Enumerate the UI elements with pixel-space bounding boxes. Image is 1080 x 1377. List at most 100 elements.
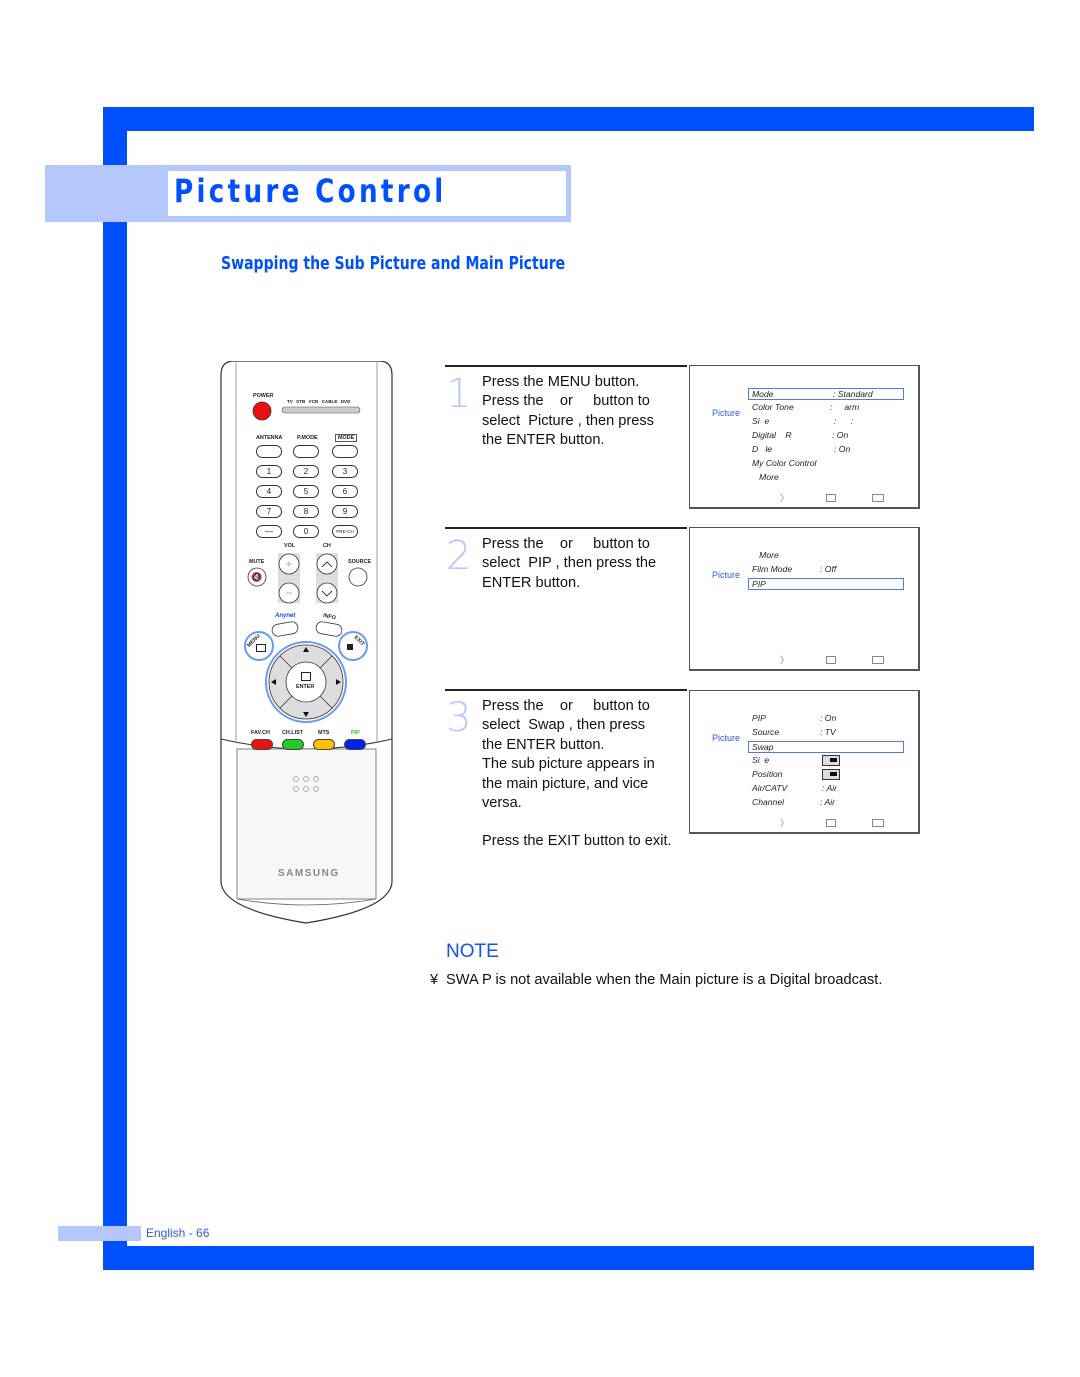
vol-label: VOL bbox=[284, 543, 296, 549]
down-button[interactable] bbox=[298, 707, 314, 719]
left-button[interactable] bbox=[268, 675, 280, 691]
step-3-line: the ENTER button. bbox=[482, 736, 605, 753]
step-3-line: select Swap , then press bbox=[482, 717, 646, 734]
power-label: POWER bbox=[253, 393, 274, 399]
key-dash[interactable]: — bbox=[256, 525, 282, 538]
key-6[interactable]: 6 bbox=[332, 485, 358, 498]
menu-button[interactable]: MENU bbox=[245, 632, 273, 660]
note-heading: NOTE bbox=[446, 941, 499, 962]
remote-control: POWER TV STB VCR CABLE DVD ANTENNA P.MOD… bbox=[220, 361, 393, 926]
pip-position-icon bbox=[822, 769, 840, 780]
antenna-label: ANTENNA bbox=[256, 435, 283, 441]
osd-row-label: D le bbox=[752, 444, 773, 454]
osd-row-label: Si e bbox=[752, 755, 770, 765]
vol-up-button[interactable]: + bbox=[279, 554, 299, 574]
key-7[interactable]: 7 bbox=[256, 505, 282, 518]
step-3-line: the main picture, and vice bbox=[482, 775, 649, 792]
fav-ch-button[interactable] bbox=[251, 739, 273, 750]
osd-row-label: Swap bbox=[752, 742, 774, 752]
ch-label: CH bbox=[323, 543, 331, 549]
page-number: English - 66 bbox=[146, 1226, 210, 1240]
return-icon bbox=[872, 656, 884, 664]
osd-row-value: : : bbox=[834, 416, 854, 426]
osd-row-value: : Air bbox=[822, 783, 837, 793]
enter-icon bbox=[301, 672, 311, 681]
mode-button[interactable] bbox=[332, 445, 358, 458]
key-5[interactable]: 5 bbox=[293, 485, 319, 498]
step-1-rule bbox=[445, 365, 687, 367]
key-8[interactable]: 8 bbox=[293, 505, 319, 518]
mode-labels: TV STB VCR CABLE DVD bbox=[287, 399, 350, 404]
step-2-rule bbox=[445, 527, 687, 529]
source-button[interactable] bbox=[349, 568, 367, 586]
mute-icon: 🔇 bbox=[251, 572, 263, 582]
osd-row-label: Position bbox=[752, 769, 783, 779]
left-frame-bar bbox=[103, 107, 127, 1270]
step-2-line: select PIP , then press the bbox=[482, 555, 657, 572]
ch-list-button[interactable] bbox=[282, 739, 304, 750]
pmode-button[interactable] bbox=[293, 445, 319, 458]
pip-size-icon bbox=[822, 755, 840, 766]
mode-dvd: DVD bbox=[340, 399, 351, 404]
osd-row-selected[interactable]: Mode: Standard bbox=[748, 388, 904, 400]
mts-label: MTS bbox=[318, 730, 330, 736]
enter-icon bbox=[826, 494, 836, 502]
osd-row-selected[interactable]: Swap bbox=[748, 741, 904, 753]
up-button[interactable] bbox=[298, 645, 314, 657]
mute-label: MUTE bbox=[249, 559, 265, 565]
return-icon bbox=[872, 819, 884, 827]
pip-label: PIP bbox=[351, 730, 360, 736]
pre-ch-button[interactable]: PRE-CH bbox=[332, 525, 358, 538]
pip-button[interactable] bbox=[344, 739, 366, 750]
note-bullet: ¥ bbox=[430, 972, 439, 988]
exit-label: EXIT bbox=[352, 634, 366, 648]
antenna-button[interactable] bbox=[256, 445, 282, 458]
osd-row-value: : Off bbox=[820, 564, 837, 574]
osd-menu-2: Picture More Film Mode: Off PIP 〉 bbox=[689, 527, 920, 671]
step-1-text: Press the MENU button. Press the or butt… bbox=[482, 373, 687, 451]
move-icon: 〉 bbox=[780, 493, 790, 503]
mode-tv: TV bbox=[287, 399, 293, 404]
right-button[interactable] bbox=[332, 675, 344, 691]
osd-row-value: : Standard bbox=[833, 389, 873, 399]
osd-row-label: Air/CATV bbox=[752, 783, 788, 793]
step-3-number: 3 bbox=[446, 695, 472, 741]
key-4[interactable]: 4 bbox=[256, 485, 282, 498]
osd-row-value: : On bbox=[834, 444, 851, 454]
step-3-line: The sub picture appears in bbox=[482, 756, 655, 773]
power-button[interactable] bbox=[253, 402, 271, 420]
step-1-number: 1 bbox=[446, 371, 472, 417]
osd-row-label: Color Tone bbox=[752, 402, 794, 412]
osd-menu-3: Picture PIP: On Source: TV Swap Si e Pos… bbox=[689, 690, 920, 834]
ch-down-button[interactable] bbox=[317, 583, 337, 603]
key-1[interactable]: 1 bbox=[256, 465, 282, 478]
anynet-button[interactable] bbox=[272, 623, 298, 635]
enter-button[interactable]: ENTER bbox=[286, 662, 326, 702]
info-button[interactable] bbox=[316, 623, 342, 635]
vol-down-button[interactable]: − bbox=[279, 583, 299, 603]
step-2-text: Press the or button to select PIP , then… bbox=[482, 535, 687, 593]
key-9[interactable]: 9 bbox=[332, 505, 358, 518]
mute-button[interactable]: 🔇 bbox=[248, 568, 266, 586]
step-3-line: versa. bbox=[482, 795, 522, 812]
osd-row-selected[interactable]: PIP bbox=[748, 578, 904, 590]
osd-category: Picture bbox=[712, 570, 741, 580]
enter-label: ENTER bbox=[296, 684, 315, 690]
key-2[interactable]: 2 bbox=[293, 465, 319, 478]
mts-button[interactable] bbox=[313, 739, 335, 750]
ch-up-button[interactable] bbox=[317, 554, 337, 574]
mode-label: MODE bbox=[335, 434, 358, 442]
menu-icon bbox=[256, 644, 266, 652]
osd-row-label: Digital R bbox=[752, 430, 792, 440]
anynet-label: Anynet bbox=[275, 613, 296, 619]
osd-row-label: Channel bbox=[752, 797, 785, 807]
page-title: Picture Control bbox=[174, 172, 447, 210]
osd-row-value: : arm bbox=[830, 402, 860, 412]
mode-cable: CABLE bbox=[321, 399, 338, 404]
move-icon: 〉 bbox=[780, 655, 790, 665]
key-3[interactable]: 3 bbox=[332, 465, 358, 478]
osd-menu-1: Picture Mode: Standard Color Tone: arm S… bbox=[689, 365, 920, 509]
mode-vcr: VCR bbox=[308, 399, 319, 404]
key-0[interactable]: 0 bbox=[293, 525, 319, 538]
exit-button[interactable]: EXIT bbox=[339, 632, 367, 660]
